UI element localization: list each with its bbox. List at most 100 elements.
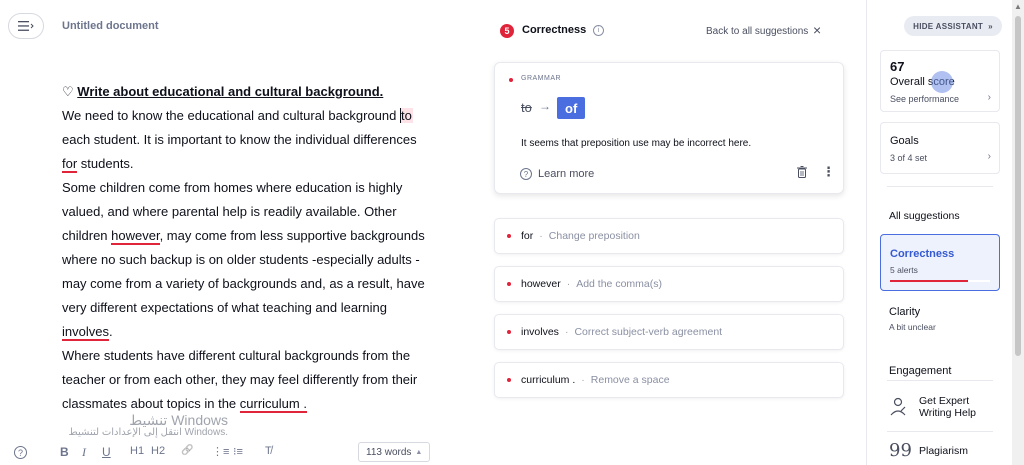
suggestion-card[interactable]: involves · Correct subject-verb agreement <box>494 314 844 350</box>
link-icon[interactable]: 🔗 <box>181 445 193 456</box>
flagged-word[interactable]: for <box>62 156 78 173</box>
alert-dot-icon <box>509 78 513 82</box>
heading1-button[interactable]: H1 <box>130 445 144 457</box>
text-run: students. <box>77 156 134 171</box>
chevron-right-icon: › <box>987 151 991 162</box>
suggestion-card[interactable]: however · Add the comma(s) <box>494 266 844 302</box>
suggestion-description: Change preposition <box>548 230 640 242</box>
help-icon[interactable]: ? <box>14 446 27 459</box>
quote-icon: 99 <box>889 440 912 461</box>
flagged-word[interactable]: involves <box>62 324 109 341</box>
alert-count-badge: 5 <box>500 24 514 38</box>
document-line: very different expectations of what teac… <box>62 296 462 320</box>
double-chevron-right-icon: » <box>988 21 993 31</box>
alert-dot-icon <box>507 234 511 238</box>
correctness-label: Correctness <box>890 248 955 260</box>
text-run: each student. It is important to know th… <box>62 132 417 147</box>
goals-label: Goals <box>890 135 919 147</box>
correctness-progress-bar <box>890 280 990 282</box>
original-word: to <box>521 100 532 115</box>
engagement-tab[interactable]: Engagement <box>889 365 951 377</box>
document-line: Some children come from homes where educ… <box>62 176 462 200</box>
separator: · <box>581 374 585 386</box>
all-suggestions-tab[interactable]: All suggestions <box>889 210 960 222</box>
trash-icon[interactable] <box>797 166 807 178</box>
active-suggestion-card[interactable]: GRAMMAR to → of It seems that prepositio… <box>494 62 844 194</box>
text-run: very different expectations of what teac… <box>62 300 387 315</box>
app-window: Untitled document ♡ Write about educatio… <box>0 0 1024 465</box>
correctness-alerts: 5 alerts <box>890 265 918 275</box>
document-line: involves. <box>62 320 462 344</box>
scrollbar-thumb[interactable] <box>1015 16 1021 356</box>
suggestion-category: GRAMMAR <box>521 75 562 82</box>
text-run: classmates about topics in the <box>62 396 240 411</box>
overall-score-value: 67 <box>890 59 905 74</box>
assistant-sidebar: HIDE ASSISTANT » 67 Overall score See pe… <box>866 0 1012 465</box>
document-line: children however, may come from less sup… <box>62 224 462 248</box>
text-run: , may come from less supportive backgrou… <box>159 228 425 243</box>
suggestion-word: involves <box>521 326 559 338</box>
document-body[interactable]: We need to know the educational and cult… <box>62 104 462 416</box>
overall-score-card[interactable]: 67 Overall score See performance › <box>880 50 1000 112</box>
hamburger-menu-icon <box>18 21 34 31</box>
document-line: each student. It is important to know th… <box>62 128 462 152</box>
correctness-progress-fill <box>890 280 968 282</box>
italic-button[interactable]: I <box>82 445 86 460</box>
bold-button[interactable]: B <box>60 445 69 459</box>
arrow-right-icon: → <box>539 99 551 113</box>
separator: · <box>564 326 569 338</box>
clear-formatting-icon[interactable]: T̸ <box>265 445 272 457</box>
document-line: We need to know the educational and cult… <box>62 104 462 128</box>
divider <box>887 380 993 381</box>
question-icon: ? <box>520 168 532 180</box>
flagged-word[interactable]: however <box>111 228 160 245</box>
heart-icon: ♡ <box>62 84 74 99</box>
plagiarism-label: Plagiarism <box>919 445 969 457</box>
see-performance-link: See performance <box>890 94 960 104</box>
more-options-icon[interactable]: ⋮ <box>822 165 835 178</box>
document-title[interactable]: Untitled document <box>62 20 159 32</box>
document-line: for students. <box>62 152 462 176</box>
word-count-label: 113 words <box>366 446 412 458</box>
document-line: valued, and where parental help is readi… <box>62 200 462 224</box>
window-scrollbar[interactable]: ▲ <box>1012 0 1024 465</box>
text-run: may come from a variety of backgrounds a… <box>62 276 425 291</box>
active-flagged-word[interactable]: to <box>400 108 413 123</box>
plagiarism-button[interactable]: 99 Plagiarism <box>889 440 1004 461</box>
main-menu-button[interactable] <box>8 13 44 39</box>
document-line: teacher or from each other, they may fee… <box>62 368 462 392</box>
divider <box>887 186 993 187</box>
word-count-button[interactable]: 113 words ▲ <box>358 442 431 462</box>
learn-more-link[interactable]: Learn more <box>538 168 594 180</box>
hide-assistant-button[interactable]: HIDE ASSISTANT » <box>904 16 1002 36</box>
document-editor[interactable]: ♡ Write about educational and cultural b… <box>62 80 462 416</box>
correctness-tab[interactable]: Correctness 5 alerts <box>880 234 1000 291</box>
cursor-highlight <box>931 71 953 93</box>
suggestion-card[interactable]: curriculum . · Remove a space <box>494 362 844 398</box>
goals-card[interactable]: Goals 3 of 4 set › <box>880 122 1000 174</box>
formatting-toolbar: ? B I U H1 H2 🔗 ⋮≡ ⁝≡ T̸ 113 words ▲ <box>0 440 470 465</box>
separator: · <box>566 278 571 290</box>
expert-writing-help-button[interactable]: Get Expert Writing Help <box>889 395 1004 421</box>
close-icon[interactable]: × <box>813 22 821 38</box>
watermark-subtitle: انتقل إلى الإعدادات لتنشيط Windows. <box>68 427 228 438</box>
clarity-label: Clarity <box>889 306 921 318</box>
back-to-all-suggestions-link[interactable]: Back to all suggestions <box>706 26 808 37</box>
alert-dot-icon <box>507 378 511 382</box>
text-run: We need to know the educational and cult… <box>62 108 400 123</box>
divider <box>887 431 993 432</box>
underline-button[interactable]: U <box>102 445 111 459</box>
accept-replacement-button[interactable]: of <box>557 97 586 119</box>
flagged-word[interactable]: curriculum . <box>239 396 307 413</box>
suggestion-word: however <box>521 278 561 290</box>
scroll-up-icon[interactable]: ▲ <box>1014 2 1022 11</box>
alert-dot-icon <box>507 282 511 286</box>
text-run: where no such backup is on older student… <box>62 252 420 267</box>
bullet-list-icon[interactable]: ⁝≡ <box>233 445 243 458</box>
heading2-button[interactable]: H2 <box>151 445 165 457</box>
ordered-list-icon[interactable]: ⋮≡ <box>212 445 229 458</box>
suggestion-card[interactable]: for · Change preposition <box>494 218 844 254</box>
suggestions-header: 5 Correctness i Back to all suggestions … <box>500 22 830 40</box>
info-icon[interactable]: i <box>593 25 604 36</box>
text-run: teacher or from each other, they may fee… <box>62 372 418 387</box>
